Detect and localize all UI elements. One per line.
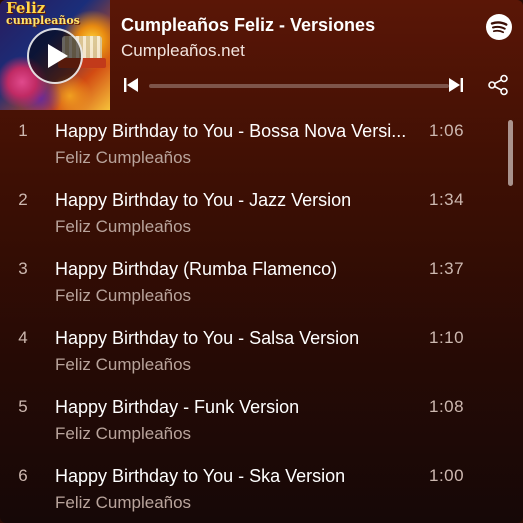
player-header: Feliz cumpleaños Cumpleaños Feliz - Vers… [0,0,523,110]
track-number: 2 [18,190,28,209]
track-artist: Feliz Cumpleaños [55,217,192,236]
track-number: 3 [18,259,28,278]
playlist-owner[interactable]: Cumpleaños.net [121,41,473,61]
track-artist: Feliz Cumpleaños [55,286,192,305]
track-number: 1 [18,121,28,140]
track-duration: 1:37 [429,259,465,278]
track-number: 6 [18,466,28,485]
playback-controls [121,74,511,96]
track-duration: 1:10 [429,328,465,347]
track-row[interactable]: 3 Happy Birthday (Rumba Flamenco) Feliz … [0,248,500,317]
play-icon [47,44,68,68]
track-row[interactable]: 5 Happy Birthday - Funk Version Feliz Cu… [0,386,500,455]
track-row[interactable]: 4 Happy Birthday to You - Salsa Version … [0,317,500,386]
skip-previous-icon[interactable] [124,78,138,92]
spotify-logo-icon[interactable] [486,14,512,40]
track-title: Happy Birthday to You - Ska Version [55,466,346,486]
track-row[interactable]: 2 Happy Birthday to You - Jazz Version F… [0,179,500,248]
track-duration: 1:06 [429,121,465,140]
track-title: Happy Birthday to You - Bossa Nova Versi… [55,121,407,141]
cover-title: Feliz cumpleaños [6,1,80,27]
track-title: Happy Birthday (Rumba Flamenco) [55,259,338,279]
track-duration: 1:08 [429,397,465,416]
track-number: 5 [18,397,28,416]
track-title: Happy Birthday to You - Jazz Version [55,190,352,210]
playlist-meta: Cumpleaños Feliz - Versiones Cumpleaños.… [121,14,473,61]
track-row[interactable]: 6 Happy Birthday to You - Ska Version Fe… [0,455,500,523]
track-number: 4 [18,328,28,347]
track-artist: Feliz Cumpleaños [55,355,192,374]
track-duration: 1:34 [429,190,465,209]
spotify-embed-player: Feliz cumpleaños Cumpleaños Feliz - Vers… [0,0,523,523]
share-icon[interactable] [487,74,509,96]
track-artist: Feliz Cumpleaños [55,493,192,512]
playlist-title[interactable]: Cumpleaños Feliz - Versiones [121,14,473,36]
progress-bar[interactable] [149,84,449,88]
tracklist-scrollbar[interactable] [508,120,513,186]
track-duration: 1:00 [429,466,465,485]
cover-word-cumpleanos: cumpleaños [6,14,80,27]
track-list: 1 Happy Birthday to You - Bossa Nova Ver… [0,110,523,523]
play-button[interactable] [27,28,83,84]
track-row[interactable]: 1 Happy Birthday to You - Bossa Nova Ver… [0,110,500,179]
track-title: Happy Birthday - Funk Version [55,397,300,417]
track-artist: Feliz Cumpleaños [55,424,192,443]
track-artist: Feliz Cumpleaños [55,148,192,167]
skip-next-icon[interactable] [449,78,463,92]
track-title: Happy Birthday to You - Salsa Version [55,328,360,348]
